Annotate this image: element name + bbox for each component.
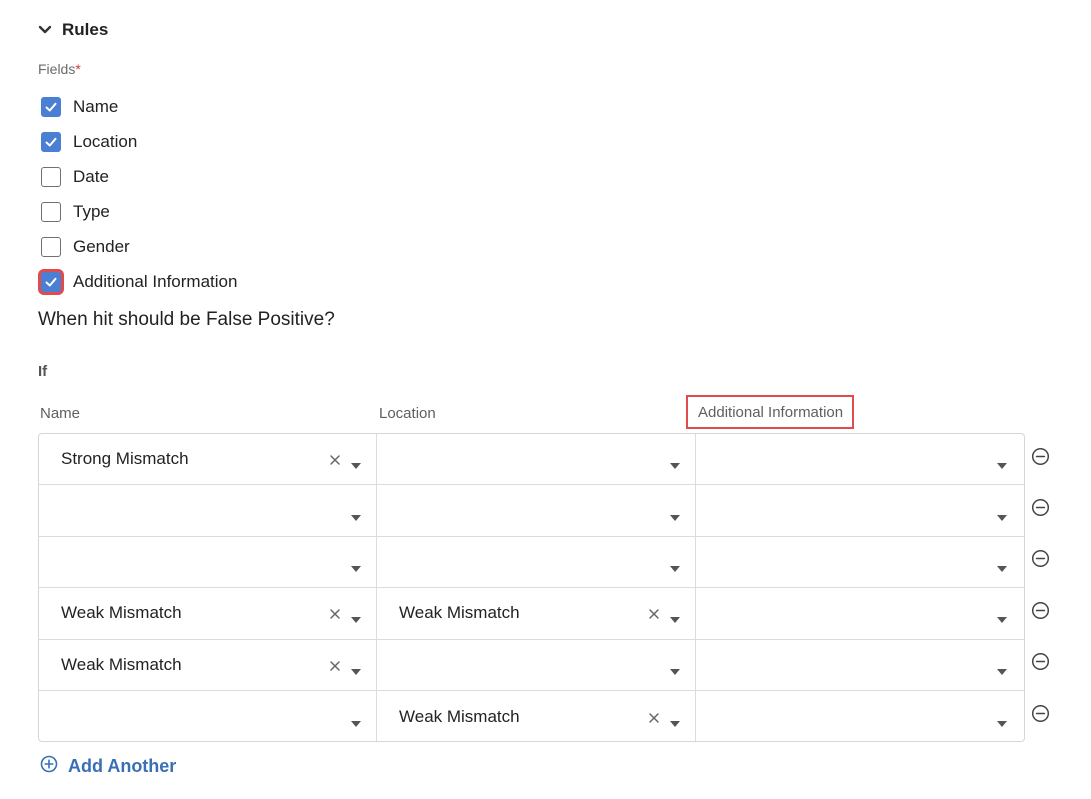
dropdown-caret-icon[interactable] <box>351 559 361 572</box>
table-row <box>39 485 1024 537</box>
remove-row-buttons <box>1031 433 1050 741</box>
dropdown-caret-icon[interactable] <box>351 610 361 624</box>
rules-section-toggle[interactable]: Rules <box>38 20 108 40</box>
field-option-additional-information: Additional Information <box>38 264 237 299</box>
additional-information-select[interactable] <box>696 434 1024 484</box>
selected-value: Weak Mismatch <box>61 654 182 674</box>
field-checkbox[interactable] <box>41 236 61 257</box>
selected-value: Weak Mismatch <box>61 603 182 623</box>
column-header-additional-information: Additional Information <box>686 395 855 429</box>
condition-label: If <box>38 363 48 380</box>
dropdown-caret-icon[interactable] <box>670 508 680 521</box>
name-select[interactable]: Weak Mismatch <box>39 639 377 690</box>
selected-value: Strong Mismatch <box>61 449 189 469</box>
fields-checklist: Name Location Date Type Gender Additiona… <box>38 89 237 299</box>
field-checkbox-label[interactable]: Gender <box>73 237 130 257</box>
add-another-label: Add Another <box>68 756 177 776</box>
dropdown-caret-icon[interactable] <box>351 714 361 727</box>
field-option-gender: Gender <box>38 229 237 264</box>
field-option-type: Type <box>38 194 237 229</box>
field-checkbox[interactable] <box>41 166 61 187</box>
additional-information-select[interactable] <box>696 640 1024 690</box>
dropdown-caret-icon[interactable] <box>997 508 1007 521</box>
minus-circle-icon <box>1031 549 1050 573</box>
field-checkbox-label[interactable]: Type <box>73 202 110 222</box>
dropdown-caret-icon[interactable] <box>997 662 1007 675</box>
minus-circle-icon <box>1031 498 1050 522</box>
chevron-down-icon <box>38 23 52 37</box>
clear-icon[interactable] <box>329 607 341 620</box>
name-select[interactable] <box>39 690 377 741</box>
dropdown-caret-icon[interactable] <box>351 456 361 470</box>
selected-value: Weak Mismatch <box>399 603 520 623</box>
location-select[interactable] <box>377 639 696 690</box>
table-row: Weak Mismatch Weak Mismatch <box>39 588 1024 640</box>
additional-information-select[interactable] <box>696 537 1024 587</box>
table-row: Strong Mismatch <box>39 434 1024 486</box>
field-checkbox[interactable] <box>41 201 61 222</box>
clear-icon[interactable] <box>648 607 660 620</box>
dropdown-caret-icon[interactable] <box>670 662 680 675</box>
section-title: Rules <box>62 20 109 39</box>
location-select[interactable] <box>377 434 696 485</box>
remove-row-button[interactable] <box>1031 536 1050 587</box>
clear-icon[interactable] <box>329 659 341 671</box>
dropdown-caret-icon[interactable] <box>670 610 680 624</box>
location-select[interactable] <box>377 485 696 536</box>
clear-icon[interactable] <box>648 711 660 723</box>
fields-label: Fields* <box>38 61 81 77</box>
field-checkbox-label[interactable]: Name <box>73 97 118 117</box>
plus-circle-icon <box>40 755 58 778</box>
dropdown-caret-icon[interactable] <box>670 714 680 727</box>
location-select[interactable]: Weak Mismatch <box>377 690 696 741</box>
dropdown-caret-icon[interactable] <box>997 456 1007 470</box>
minus-circle-icon <box>1031 652 1050 676</box>
minus-circle-icon <box>1031 704 1050 728</box>
fields-label-text: Fields <box>38 61 76 77</box>
selected-value: Weak Mismatch <box>399 706 520 726</box>
table-row <box>39 536 1024 589</box>
dropdown-caret-icon[interactable] <box>997 559 1007 572</box>
table-row: Weak Mismatch <box>39 690 1024 741</box>
dropdown-caret-icon[interactable] <box>351 508 361 521</box>
field-option-name: Name <box>38 89 237 124</box>
name-select[interactable] <box>39 485 377 536</box>
field-option-location: Location <box>38 124 237 159</box>
additional-information-select[interactable] <box>696 485 1024 535</box>
name-select[interactable]: Weak Mismatch <box>39 588 377 639</box>
additional-information-select[interactable] <box>696 691 1024 741</box>
dropdown-caret-icon[interactable] <box>351 662 361 675</box>
name-select[interactable] <box>39 536 377 588</box>
minus-circle-icon <box>1031 447 1050 471</box>
remove-row-button[interactable] <box>1031 433 1050 484</box>
remove-row-button[interactable] <box>1031 484 1050 535</box>
remove-row-button[interactable] <box>1031 587 1050 638</box>
location-select[interactable]: Weak Mismatch <box>377 588 696 639</box>
location-select[interactable] <box>377 536 696 588</box>
dropdown-caret-icon[interactable] <box>997 714 1007 727</box>
required-mark: * <box>75 61 81 77</box>
dropdown-caret-icon[interactable] <box>997 610 1007 624</box>
field-checkbox-label[interactable]: Additional Information <box>73 272 237 292</box>
additional-information-select[interactable] <box>696 588 1024 638</box>
clear-icon[interactable] <box>329 453 341 465</box>
dropdown-caret-icon[interactable] <box>670 456 680 470</box>
field-checkbox[interactable] <box>41 96 61 117</box>
remove-row-button[interactable] <box>1031 690 1050 741</box>
column-header-name: Name <box>40 405 81 422</box>
minus-circle-icon <box>1031 601 1050 625</box>
question-text: When hit should be False Positive? <box>38 309 335 330</box>
name-select[interactable]: Strong Mismatch <box>39 434 377 485</box>
field-checkbox[interactable] <box>41 131 61 152</box>
table-row: Weak Mismatch <box>39 639 1024 691</box>
field-checkbox-label[interactable]: Date <box>73 167 109 187</box>
field-option-date: Date <box>38 159 237 194</box>
rules-table: Strong Mismatch Weak Mismatch Weak Mismatc… <box>38 433 1025 742</box>
add-another-button[interactable]: Add Another <box>40 755 176 778</box>
field-checkbox-label[interactable]: Location <box>73 132 137 152</box>
remove-row-button[interactable] <box>1031 639 1050 690</box>
field-checkbox[interactable] <box>41 271 61 292</box>
column-header-location: Location <box>379 405 436 422</box>
dropdown-caret-icon[interactable] <box>670 559 680 572</box>
